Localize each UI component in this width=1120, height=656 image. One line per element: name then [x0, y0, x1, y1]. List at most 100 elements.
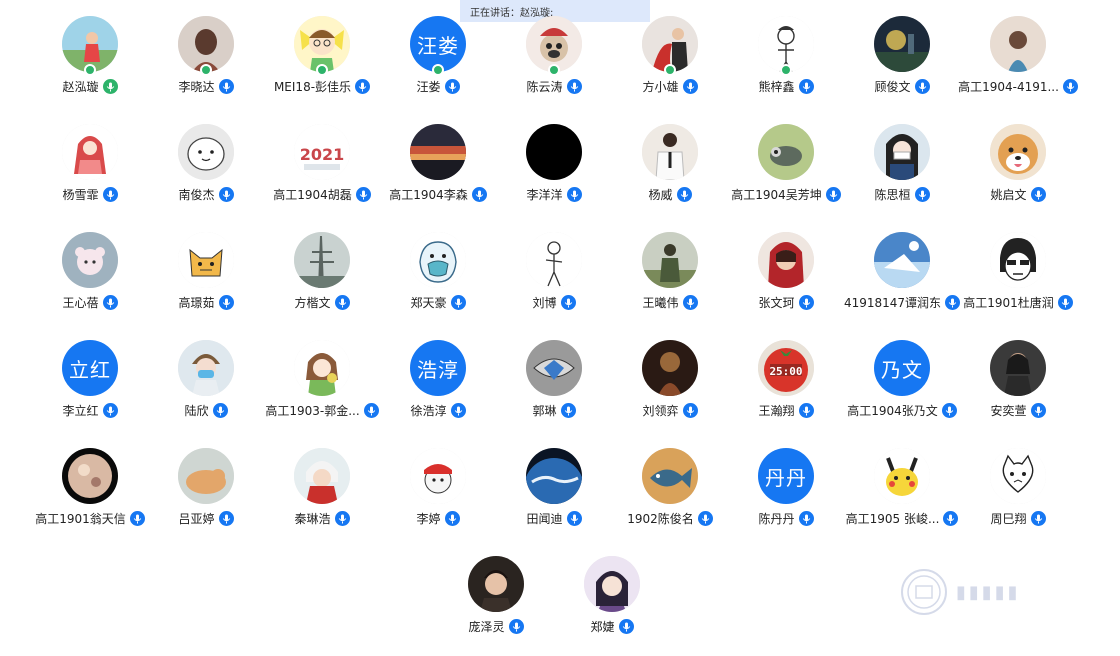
participant-tile[interactable]: 刘领弈 — [612, 340, 728, 440]
microphone-icon[interactable] — [676, 187, 692, 202]
microphone-icon[interactable] — [682, 79, 698, 94]
participant-tile[interactable]: 25:00 王瀚翔 — [728, 340, 844, 440]
microphone-icon[interactable] — [682, 403, 698, 418]
microphone-icon[interactable] — [566, 511, 582, 526]
microphone-icon[interactable] — [102, 187, 118, 202]
participant-tile[interactable]: 浩淳 徐浩淳 — [380, 340, 496, 440]
microphone-icon[interactable] — [914, 79, 930, 94]
participant-tile[interactable]: 吕亚婷 — [148, 448, 264, 548]
microphone-icon[interactable] — [129, 511, 145, 526]
participant-tile[interactable]: 高工1903-郭金... — [264, 340, 380, 440]
microphone-icon[interactable] — [334, 295, 350, 310]
microphone-icon[interactable] — [102, 295, 118, 310]
microphone-icon[interactable] — [363, 403, 379, 418]
participant-tile[interactable]: 陈云涛 — [496, 16, 612, 116]
microphone-icon[interactable] — [560, 403, 576, 418]
participant-tile[interactable]: 李晓达 — [148, 16, 264, 116]
microphone-icon[interactable] — [471, 187, 487, 202]
participant-tile[interactable]: 杨雪霏 — [32, 124, 148, 224]
microphone-icon[interactable] — [914, 187, 930, 202]
participant-tile[interactable]: 高工1904吴芳坤 — [728, 124, 844, 224]
microphone-icon[interactable] — [355, 79, 371, 94]
microphone-icon[interactable] — [218, 511, 234, 526]
microphone-icon[interactable] — [450, 295, 466, 310]
participant-tile[interactable]: 高工1901翁天信 — [32, 448, 148, 548]
microphone-icon[interactable] — [444, 79, 460, 94]
participant-tile[interactable]: 秦琳浩 — [264, 448, 380, 548]
participant-tile[interactable]: 方楷文 — [264, 232, 380, 332]
microphone-icon[interactable] — [1030, 403, 1046, 418]
participant-tile[interactable]: 顾俊文 — [844, 16, 960, 116]
participant-tile[interactable]: 李洋洋 — [496, 124, 612, 224]
microphone-icon[interactable] — [1030, 511, 1046, 526]
participant-name-row: 徐浩淳 — [410, 402, 466, 419]
participant-tile[interactable]: 乃文 高工1904张乃文 — [844, 340, 960, 440]
participant-tile[interactable]: MEI18-彭佳乐 — [264, 16, 380, 116]
microphone-icon[interactable] — [450, 403, 466, 418]
microphone-icon[interactable] — [945, 295, 961, 310]
avatar-container — [584, 556, 640, 612]
participant-tile[interactable]: 高工1904-4191... — [958, 16, 1078, 116]
microphone-icon[interactable] — [798, 511, 814, 526]
participant-tile[interactable]: 李婷 — [380, 448, 496, 548]
microphone-icon[interactable] — [212, 403, 228, 418]
microphone-icon[interactable] — [566, 79, 582, 94]
participant-tile[interactable]: 庞泽灵 — [438, 556, 554, 656]
participant-tile[interactable]: 田闻迪 — [496, 448, 612, 548]
participant-tile[interactable]: 立红 李立红 — [32, 340, 148, 440]
microphone-icon[interactable] — [682, 295, 698, 310]
microphone-icon[interactable] — [943, 511, 959, 526]
microphone-icon[interactable] — [798, 295, 814, 310]
microphone-icon[interactable] — [355, 187, 371, 202]
participant-tile[interactable]: 熊梓鑫 — [728, 16, 844, 116]
participant-tile[interactable]: 方小雄 — [612, 16, 728, 116]
participant-tile[interactable]: 张文珂 — [728, 232, 844, 332]
microphone-icon[interactable] — [618, 619, 634, 634]
participant-tile[interactable]: 杨威 — [612, 124, 728, 224]
microphone-icon[interactable] — [218, 187, 234, 202]
participant-tile[interactable]: 陆欣 — [148, 340, 264, 440]
microphone-icon[interactable] — [218, 79, 234, 94]
microphone-icon[interactable] — [1057, 295, 1073, 310]
microphone-icon[interactable] — [508, 619, 524, 634]
participant-tile[interactable]: 1902陈俊名 — [612, 448, 728, 548]
participant-tile[interactable]: 高工1901杜唐润 — [960, 232, 1076, 332]
microphone-icon[interactable] — [102, 79, 118, 94]
participant-tile[interactable]: 2021 高工1904胡磊 — [264, 124, 380, 224]
participant-tile[interactable]: 高工1905 张峻... — [844, 448, 960, 548]
participant-name-row: 顾俊文 — [874, 78, 930, 95]
participant-tile[interactable]: 周巳翔 — [960, 448, 1076, 548]
microphone-icon[interactable] — [566, 187, 582, 202]
microphone-icon[interactable] — [1062, 79, 1078, 94]
participant-tile[interactable]: 高璟茹 — [148, 232, 264, 332]
microphone-icon[interactable] — [560, 295, 576, 310]
participant-tile[interactable]: 王曦伟 — [612, 232, 728, 332]
microphone-icon[interactable] — [697, 511, 713, 526]
participant-tile[interactable]: 41918147谭润东 — [844, 232, 961, 332]
participant-tile[interactable]: 南俊杰 — [148, 124, 264, 224]
microphone-icon[interactable] — [1030, 187, 1046, 202]
participant-tile[interactable]: 郑天豪 — [380, 232, 496, 332]
participant-tile[interactable]: 丹丹 陈丹丹 — [728, 448, 844, 548]
participant-tile[interactable]: 姚启文 — [960, 124, 1076, 224]
microphone-icon[interactable] — [444, 511, 460, 526]
participant-tile[interactable]: 郑婕 — [554, 556, 670, 656]
participant-tile[interactable]: 汪娄 汪娄 — [380, 16, 496, 116]
microphone-icon[interactable] — [102, 403, 118, 418]
microphone-icon[interactable] — [798, 79, 814, 94]
microphone-icon[interactable] — [798, 403, 814, 418]
participant-tile[interactable]: 高工1904李森 — [380, 124, 496, 224]
microphone-icon[interactable] — [941, 403, 957, 418]
participant-tile[interactable]: 陈思桓 — [844, 124, 960, 224]
participant-tile[interactable]: 郭琳 — [496, 340, 612, 440]
microphone-icon[interactable] — [218, 295, 234, 310]
microphone-icon[interactable] — [334, 511, 350, 526]
participant-name-row: 王心蓓 — [62, 294, 118, 311]
avatar — [642, 340, 698, 396]
avatar-container — [642, 16, 698, 76]
participant-tile[interactable]: 刘博 — [496, 232, 612, 332]
participant-tile[interactable]: 王心蓓 — [32, 232, 148, 332]
microphone-icon[interactable] — [825, 187, 841, 202]
participant-tile[interactable]: 赵泓璇 — [32, 16, 148, 116]
participant-tile[interactable]: 安奕萱 — [960, 340, 1076, 440]
